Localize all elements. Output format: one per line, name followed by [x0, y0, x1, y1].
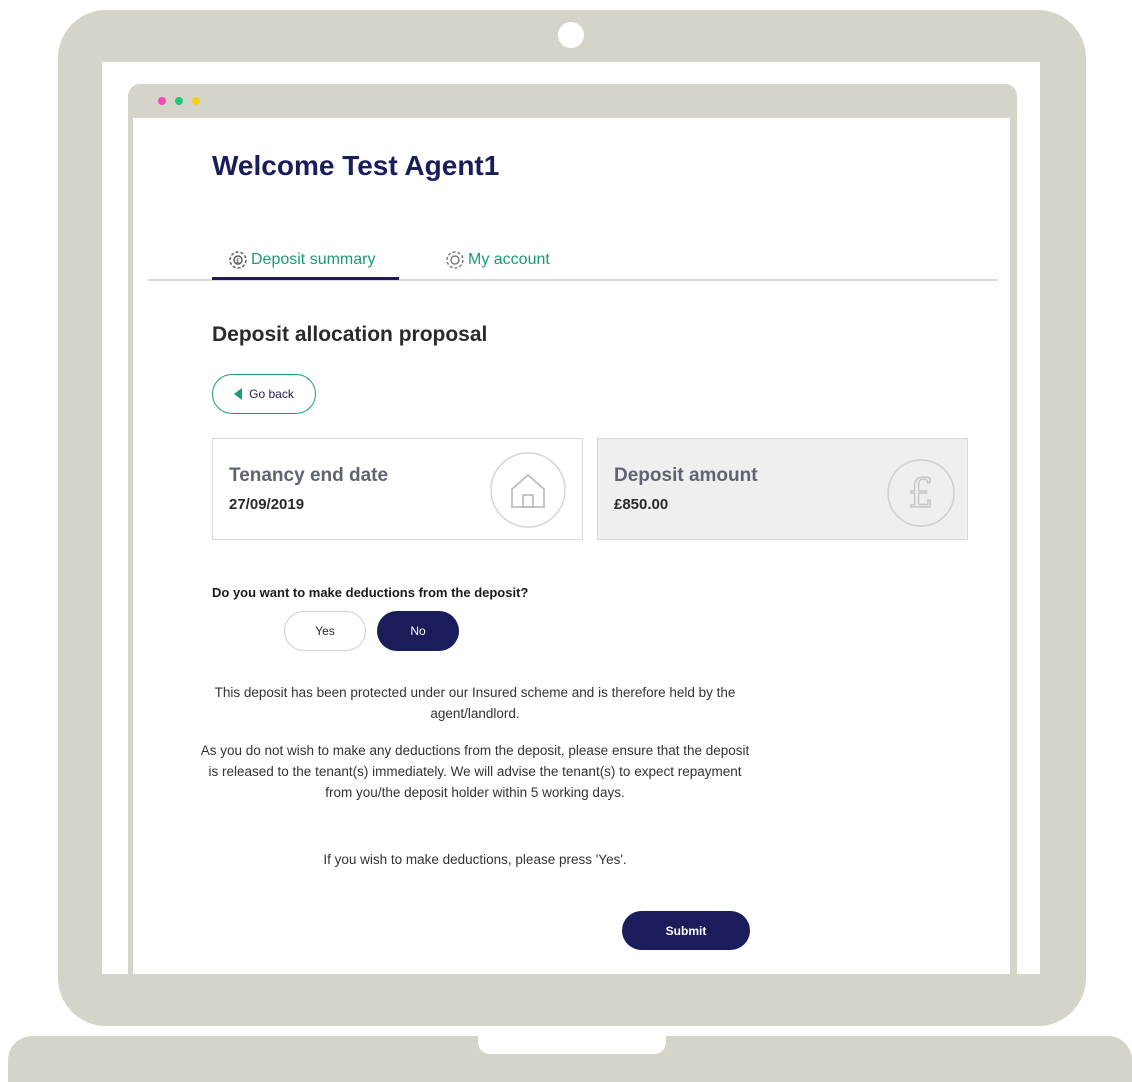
window-minimize-dot[interactable]	[192, 97, 200, 105]
web-page: Welcome Test Agent1 £ Deposit summary My…	[133, 118, 1010, 974]
info-paragraph-release: As you do not wish to make any deduction…	[200, 743, 750, 800]
browser-frame-right	[1010, 118, 1017, 974]
tab-deposit-summary[interactable]: £ Deposit summary	[227, 240, 375, 280]
tab-label: My account	[468, 251, 550, 268]
deposit-gear-icon: £	[229, 251, 247, 269]
yes-button[interactable]: Yes	[284, 611, 366, 651]
page-title: Welcome Test Agent1	[212, 150, 500, 181]
camera-icon	[558, 22, 584, 48]
house-icon	[490, 452, 566, 528]
tab-label: Deposit summary	[251, 251, 376, 268]
laptop-screen: Welcome Test Agent1 £ Deposit summary My…	[102, 62, 1040, 974]
card-label: Deposit amount	[614, 465, 758, 486]
tab-my-account[interactable]: My account	[444, 240, 550, 280]
svg-text:£: £	[908, 471, 933, 517]
browser-title-bar	[128, 84, 1017, 118]
no-button[interactable]: No	[377, 611, 459, 651]
svg-text:£: £	[236, 257, 240, 265]
pound-icon: £	[887, 459, 955, 527]
go-back-label: Go back	[249, 387, 294, 401]
info-paragraph-insured: This deposit has been protected under ou…	[214, 685, 736, 721]
tenancy-end-date-card: Tenancy end date 27/09/2019	[212, 438, 583, 540]
active-tab-indicator	[212, 277, 399, 280]
deductions-question: Do you want to make deductions from the …	[212, 585, 529, 600]
section-title: Deposit allocation proposal	[212, 323, 488, 346]
card-value: 27/09/2019	[229, 496, 305, 513]
gear-icon	[446, 251, 464, 269]
info-paragraph-yes-hint: If you wish to make deductions, please p…	[323, 852, 627, 867]
laptop-notch	[478, 1036, 666, 1054]
deposit-amount-card: Deposit amount £850.00 £	[597, 438, 968, 540]
window-maximize-dot[interactable]	[175, 97, 183, 105]
submit-button[interactable]: Submit	[622, 911, 750, 950]
go-back-button[interactable]: Go back	[212, 374, 316, 414]
card-label: Tenancy end date	[229, 465, 389, 486]
card-value: £850.00	[614, 496, 669, 513]
arrow-left-icon	[234, 388, 243, 400]
window-close-dot[interactable]	[158, 97, 166, 105]
